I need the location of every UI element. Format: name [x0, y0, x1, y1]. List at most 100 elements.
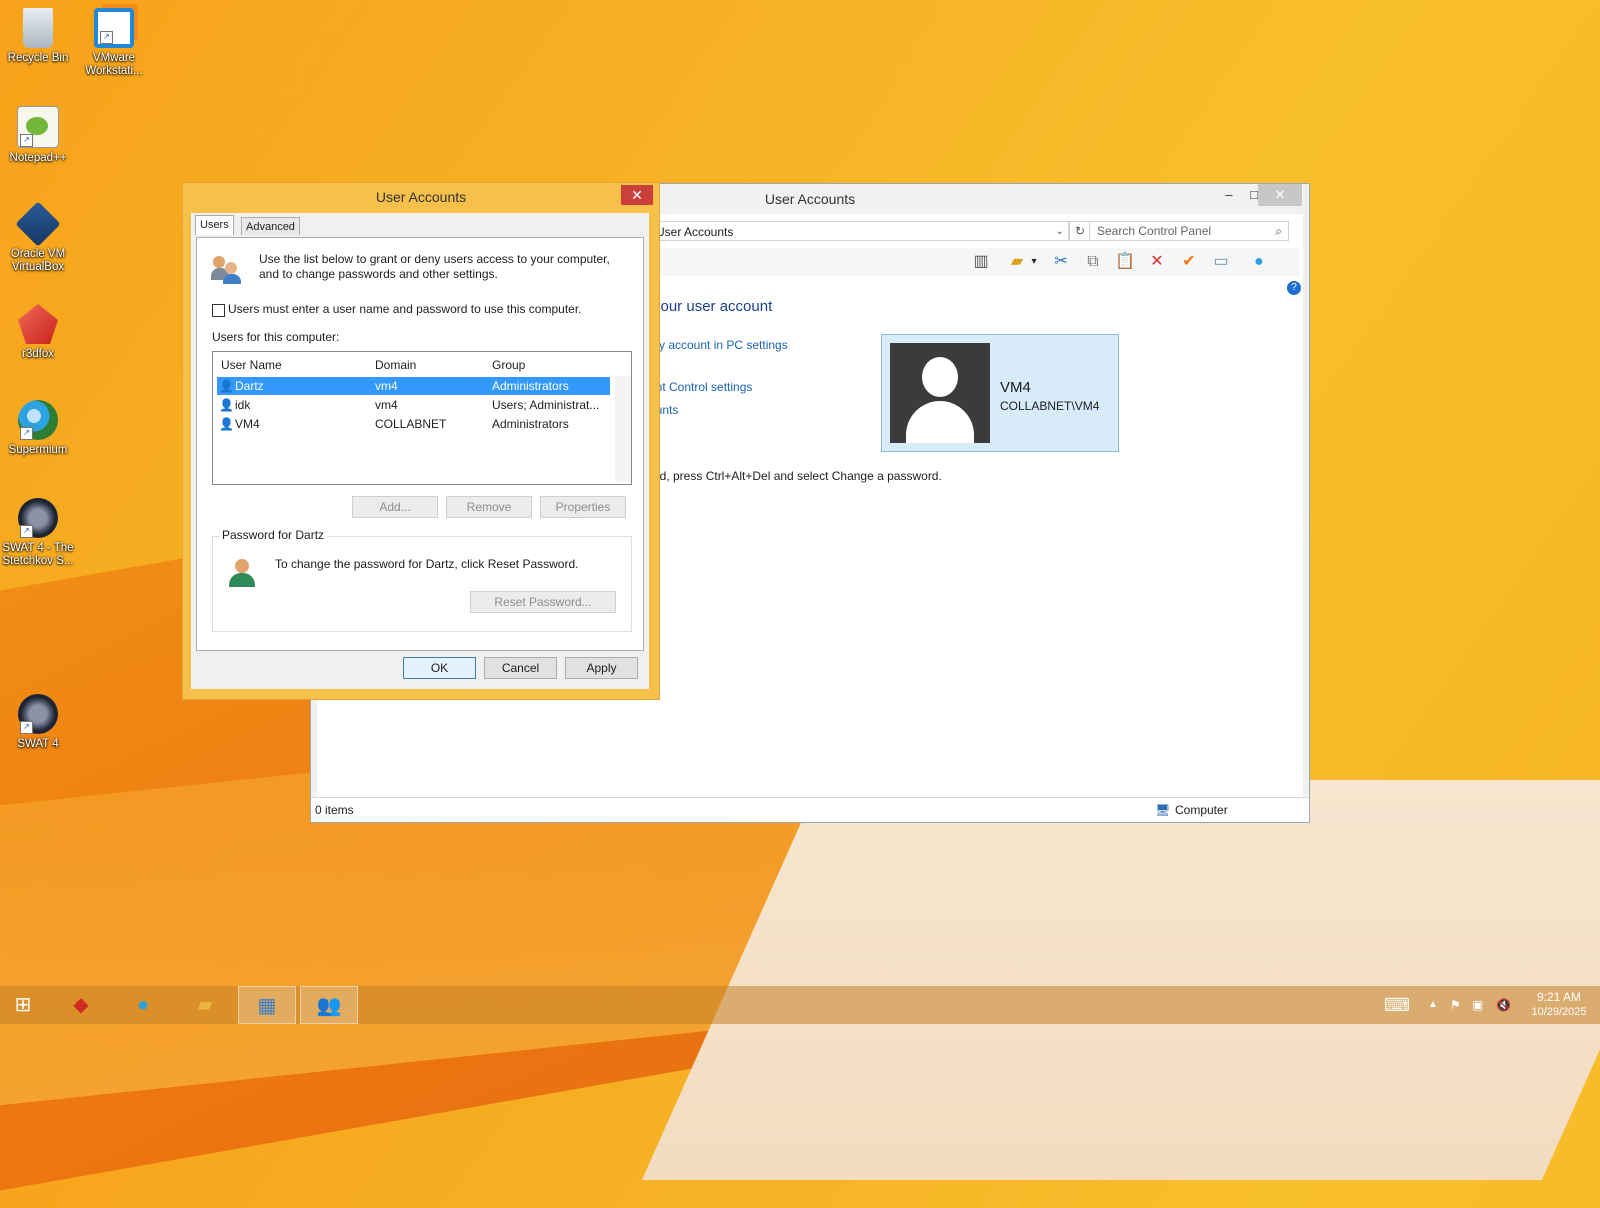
- column-header-group[interactable]: Group: [492, 358, 525, 372]
- globe-icon[interactable]: ●: [1247, 251, 1271, 273]
- layout-button[interactable]: ▥: [969, 251, 993, 273]
- tab-users[interactable]: Users: [195, 215, 234, 235]
- row-user-name: VM4: [235, 417, 260, 431]
- taskbar-file-explorer[interactable]: ▰: [176, 986, 234, 1024]
- shortcut-arrow-icon: ↗: [20, 525, 33, 538]
- dropdown-arrow-icon[interactable]: ▾: [1027, 251, 1041, 273]
- change-account-heading[interactable]: your user account: [653, 298, 772, 315]
- user-icon: 👤: [219, 379, 233, 393]
- windows-logo-icon: ⊞: [14, 994, 32, 1016]
- help-icon[interactable]: ?: [1287, 281, 1301, 295]
- desktop-icon-swat4[interactable]: ↗ SWAT 4: [0, 694, 76, 751]
- desktop-icon-supermium[interactable]: ↗ Supermium: [0, 400, 76, 457]
- taskbar-r3dfox[interactable]: ◆: [52, 986, 110, 1024]
- cut-icon[interactable]: ✂: [1049, 251, 1073, 273]
- user-card-name: VM4: [1000, 379, 1031, 396]
- taskbar: ⊞ ◆ ● ▰ ▦ 👥 ⌨ ▲ ⚑ ▣ 🔇 9:21 AM 10/29/2025: [0, 986, 1600, 1024]
- row-user-name: Dartz: [235, 379, 264, 393]
- desktop-icon-virtualbox[interactable]: Oracle VM VirtualBox: [0, 201, 76, 274]
- close-button[interactable]: ✕: [1258, 184, 1302, 206]
- show-hidden-icons-button[interactable]: ▲: [1428, 986, 1438, 1024]
- desktop-icon-label: VMware Workstati...: [85, 52, 143, 77]
- list-scrollbar[interactable]: [615, 376, 631, 482]
- desktop-icon-label: Oracle VM VirtualBox: [10, 248, 66, 273]
- delete-icon[interactable]: ✕: [1145, 251, 1169, 273]
- require-password-label: Users must enter a user name and passwor…: [228, 302, 582, 316]
- desktop-icon-recycle-bin[interactable]: Recycle Bin: [0, 8, 76, 65]
- rename-icon[interactable]: ▭: [1209, 251, 1233, 273]
- checkmark-icon[interactable]: ✔: [1177, 251, 1201, 273]
- column-header-domain[interactable]: Domain: [375, 358, 416, 372]
- folder-options-button[interactable]: ▰: [1005, 251, 1029, 273]
- user-accounts-dialog: User Accounts ✕ Users Advanced Use the l…: [182, 182, 660, 700]
- ok-button[interactable]: OK: [403, 657, 476, 679]
- address-bar[interactable]: User Accounts ⌄: [649, 221, 1069, 241]
- row-domain: vm4: [375, 398, 398, 412]
- table-row[interactable]: 👤 Dartz vm4 Administrators: [217, 377, 610, 395]
- row-group: Administrators: [492, 379, 569, 393]
- tab-advanced[interactable]: Advanced: [241, 217, 300, 235]
- control-panel-icon: ▦: [257, 995, 277, 1017]
- search-input[interactable]: Search Control Panel ⌕: [1089, 221, 1289, 241]
- dialog-close-button[interactable]: ✕: [621, 185, 653, 205]
- desktop-icon-r3dfox[interactable]: r3dfox: [0, 304, 76, 361]
- intro-text: Use the list below to grant or deny user…: [259, 252, 610, 281]
- remove-user-button[interactable]: Remove: [446, 496, 532, 518]
- password-group: Password for Dartz To change the passwor…: [212, 528, 632, 632]
- address-text: User Accounts: [656, 225, 734, 239]
- uac-settings-link[interactable]: unt Control settings: [649, 380, 752, 394]
- desktop-icon-label: SWAT 4 - The Stetchkov S...: [2, 542, 74, 567]
- taskbar-supermium[interactable]: ●: [114, 986, 172, 1024]
- status-bar: 0 items 🖥 Computer: [311, 797, 1309, 822]
- taskbar-control-panel[interactable]: ▦: [238, 986, 296, 1024]
- clock-date: 10/29/2025: [1531, 1006, 1587, 1018]
- command-toolbar: ▥ ▰ ▾ ✂ ⧉ 📋 ✕ ✔ ▭ ●: [649, 248, 1299, 276]
- desktop-icon-notepadpp[interactable]: ↗ Notepad++: [0, 106, 76, 165]
- computer-icon: 🖥: [1155, 803, 1171, 817]
- start-button[interactable]: ⊞: [0, 986, 46, 1024]
- search-placeholder: Search Control Panel: [1097, 224, 1212, 238]
- copy-icon[interactable]: ⧉: [1081, 251, 1105, 273]
- desktop-icon-label: Recycle Bin: [7, 52, 69, 64]
- paste-icon[interactable]: 📋: [1113, 251, 1137, 273]
- users-list[interactable]: User Name Domain Group 👤 Dartz vm4 Admin…: [212, 351, 632, 485]
- domain-user-icon: 👤: [219, 417, 233, 431]
- swat4-icon: ↗: [18, 694, 58, 734]
- dialog-body: Users Advanced Use the list below to gra…: [191, 213, 649, 689]
- status-zone: Computer: [1175, 803, 1228, 817]
- shortcut-arrow-icon: ↗: [20, 134, 33, 147]
- virtualbox-icon: [15, 201, 61, 247]
- desktop-icon-swat4-expansion[interactable]: ↗ SWAT 4 - The Stetchkov S...: [0, 498, 76, 568]
- keyboard-icon[interactable]: ⌨: [1384, 986, 1410, 1024]
- users-list-header: User Name Domain Group: [213, 354, 631, 376]
- properties-button[interactable]: Properties: [540, 496, 626, 518]
- supermium-icon: ↗: [18, 400, 58, 440]
- desktop-icon-label: Supermium: [8, 444, 68, 456]
- desktop-icon-vmware[interactable]: ↗ VMware Workstati...: [76, 8, 152, 78]
- clock[interactable]: 9:21 AM 10/29/2025: [1524, 990, 1594, 1028]
- add-user-button[interactable]: Add...: [352, 496, 438, 518]
- recycle-bin-icon: [23, 8, 53, 48]
- table-row[interactable]: 👤 VM4 COLLABNET Administrators: [217, 415, 610, 433]
- user-card-account: COLLABNET\VM4: [1000, 399, 1100, 413]
- table-row[interactable]: 👤 idk vm4 Users; Administrat...: [217, 396, 610, 414]
- password-text: To change the password for Dartz, click …: [275, 557, 579, 571]
- network-icon[interactable]: ▣: [1472, 986, 1483, 1024]
- column-header-user-name[interactable]: User Name: [221, 358, 282, 372]
- supermium-icon: ●: [136, 994, 150, 1016]
- reset-password-button[interactable]: Reset Password...: [470, 591, 616, 613]
- pc-settings-link[interactable]: my account in PC settings: [649, 338, 788, 352]
- cancel-button[interactable]: Cancel: [484, 657, 557, 679]
- shortcut-arrow-icon: ↗: [20, 427, 33, 440]
- desktop-icon-label: r3dfox: [22, 348, 54, 360]
- refresh-button[interactable]: ↻: [1069, 221, 1091, 241]
- chevron-down-icon[interactable]: ⌄: [1056, 222, 1064, 242]
- apply-button[interactable]: Apply: [565, 657, 638, 679]
- shortcut-arrow-icon: ↗: [20, 721, 33, 734]
- row-domain: vm4: [375, 379, 398, 393]
- action-center-icon[interactable]: ⚑: [1450, 986, 1461, 1024]
- volume-muted-icon[interactable]: 🔇: [1496, 986, 1511, 1024]
- require-password-checkbox[interactable]: [212, 304, 225, 317]
- user-card: VM4 COLLABNET\VM4: [881, 334, 1119, 452]
- taskbar-user-accounts[interactable]: 👥: [300, 986, 358, 1024]
